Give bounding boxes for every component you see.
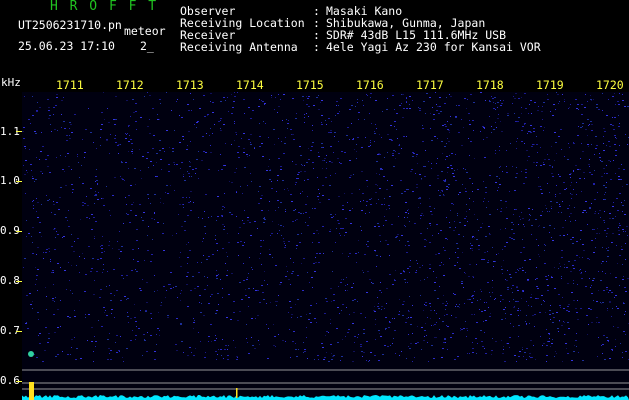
app-title: H R O F F T [50, 0, 159, 14]
time-tick-label: 1715 [296, 78, 324, 92]
frequency-axis: kHz 1.1 1.0 0.9 0.8 0.7 0.6 [0, 76, 22, 400]
time-tick-label: 1720 [596, 78, 624, 92]
time-tick-label: 1711 [56, 78, 84, 92]
time-tick-label: 1714 [236, 78, 264, 92]
meteor-echo-marker [236, 388, 238, 398]
time-tick-label: 1716 [356, 78, 384, 92]
counter: 2_ [140, 39, 154, 53]
meteor-echo-marker [28, 351, 34, 357]
time-tick-label: 1719 [536, 78, 564, 92]
time-tick-label: 1717 [416, 78, 444, 92]
time-tick-label: 1713 [176, 78, 204, 92]
field-value-antenna: 4ele Yagi Az 230 for Kansai VOR [326, 40, 541, 54]
filename: UT2506231710.pn [18, 18, 122, 32]
field-label-antenna: Receiving Antenna [180, 40, 298, 54]
datetime: 25.06.23 17:10 [18, 39, 115, 53]
header: H R O F F T UT2506231710.pn meteor 25.06… [0, 0, 629, 76]
field-sep: : [313, 40, 320, 54]
time-axis: 1711 1712 1713 1714 1715 1716 1717 1718 … [0, 78, 629, 92]
time-tick-label: 1718 [476, 78, 504, 92]
time-tick-label: 1712 [116, 78, 144, 92]
spectrogram-background [22, 92, 629, 400]
spectrogram-canvas [22, 92, 629, 400]
meteor-echo-marker [29, 382, 34, 400]
mode-label: meteor [124, 24, 166, 38]
spectrogram [22, 92, 629, 400]
